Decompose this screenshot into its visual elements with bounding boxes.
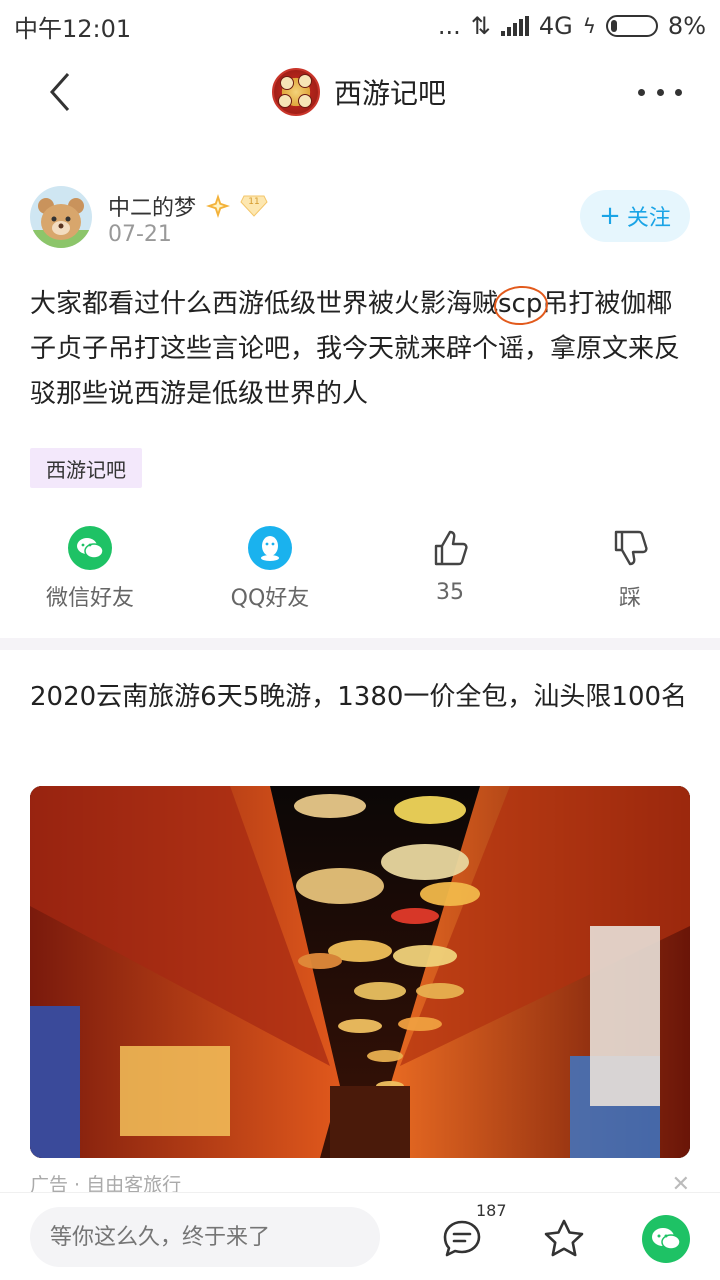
status-bar: 中午12:01 ... ⇅ 4G ϟ 8% — [0, 0, 720, 52]
author-name[interactable]: 中二的梦 — [108, 190, 196, 222]
sparkle-icon — [206, 194, 231, 218]
reply-input[interactable] — [30, 1207, 380, 1267]
thumbs-down-icon — [608, 526, 652, 570]
action-label: QQ好友 — [230, 586, 310, 611]
like-count: 35 — [436, 580, 464, 605]
comment-count: 187 — [476, 1201, 507, 1220]
follow-label: 关注 — [626, 206, 671, 231]
wechat-icon — [652, 1228, 681, 1250]
post-body: 大家都看过什么西游低级世界被火影海贼scp吊打被伽椰子贞子吊打这些言论吧，我今天… — [30, 282, 690, 417]
forum-header[interactable]: 西游记吧 — [272, 68, 446, 116]
comment-icon — [443, 1220, 481, 1257]
share-wechat-button[interactable]: 微信好友 — [0, 526, 180, 616]
plus-icon: + — [599, 201, 621, 231]
ad-title[interactable]: 2020云南旅游6天5晚游，1380一价全包，汕头限100名 — [30, 672, 690, 722]
section-divider — [0, 638, 720, 650]
action-label: 微信好友 — [45, 586, 134, 611]
wechat-icon — [68, 526, 112, 570]
street-lanterns-image — [30, 786, 690, 1158]
author-name-row: 中二的梦 11 — [108, 190, 268, 222]
qq-icon — [248, 526, 292, 570]
dislike-button[interactable]: 踩 — [540, 526, 720, 616]
favorite-button[interactable] — [542, 1217, 586, 1261]
more-dots: ... — [437, 12, 461, 40]
nav-bar: 西游记吧 — [0, 52, 720, 132]
battery-icon — [605, 15, 658, 37]
comment-button[interactable] — [440, 1217, 484, 1261]
battery-level: 8% — [667, 12, 706, 40]
star-icon — [544, 1219, 584, 1257]
charging-icon: ϟ — [582, 14, 596, 38]
more-menu-button[interactable] — [638, 76, 682, 108]
post-date: 07-21 — [108, 222, 172, 247]
status-time: 中午12:01 — [14, 14, 132, 43]
post-text-part1: 大家都看过什么西游低级世界被火影海贼 — [30, 289, 499, 319]
ad-image[interactable] — [30, 786, 690, 1158]
post-text-scp: scp — [498, 282, 542, 327]
like-button[interactable]: 35 — [360, 526, 540, 616]
thumbs-up-icon — [428, 526, 472, 570]
author-row: 中二的梦 11 07-21 + 关注 — [30, 186, 690, 250]
share-wechat-bottom-button[interactable] — [642, 1215, 690, 1263]
follow-button[interactable]: + 关注 — [580, 190, 690, 242]
data-arrows-icon: ⇅ — [470, 12, 491, 40]
status-icons: ... ⇅ 4G ϟ 8% — [438, 12, 706, 40]
chevron-left-icon — [49, 73, 70, 111]
level-number: 11 — [248, 197, 260, 207]
share-qq-button[interactable]: QQ好友 — [180, 526, 360, 616]
back-button[interactable] — [40, 72, 80, 112]
bear-avatar-icon — [30, 198, 92, 248]
forum-tag[interactable]: 西游记吧 — [30, 448, 142, 488]
signal-icon — [500, 16, 529, 36]
bottom-bar: 187 — [0, 1192, 720, 1280]
action-row: 微信好友 QQ好友 35 踩 — [0, 526, 720, 616]
level-badge: 11 — [240, 194, 268, 218]
network-type: 4G — [538, 12, 573, 40]
action-label: 踩 — [618, 586, 641, 611]
forum-logo — [272, 68, 320, 116]
avatar[interactable] — [30, 186, 92, 248]
forum-title: 西游记吧 — [334, 77, 447, 110]
